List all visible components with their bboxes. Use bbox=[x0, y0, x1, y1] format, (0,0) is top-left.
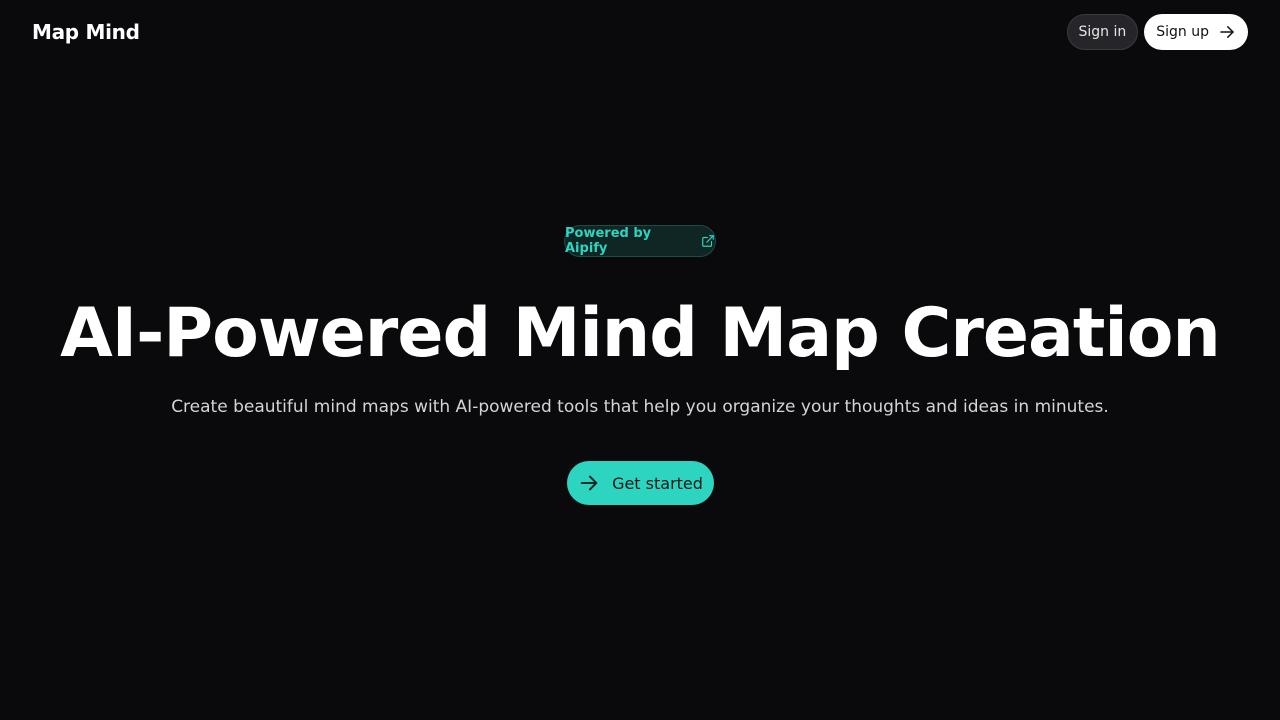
badge-label: Powered by Aipify bbox=[565, 226, 652, 256]
arrow-right-icon bbox=[578, 472, 600, 494]
powered-by-badge[interactable]: Powered by Aipify bbox=[564, 225, 716, 257]
get-started-label: Get started bbox=[612, 473, 703, 493]
hero-title: AI-Powered Mind Map Creation bbox=[60, 294, 1221, 373]
hero-subtitle: Create beautiful mind maps with AI-power… bbox=[171, 397, 1109, 417]
external-link-icon bbox=[701, 234, 715, 248]
hero-section: Powered by Aipify AI-Powered Mind Map Cr… bbox=[0, 0, 1280, 720]
get-started-button[interactable]: Get started bbox=[567, 461, 714, 505]
landing-page: Map Mind Sign in Sign up Powered by Aipi… bbox=[0, 0, 1280, 720]
